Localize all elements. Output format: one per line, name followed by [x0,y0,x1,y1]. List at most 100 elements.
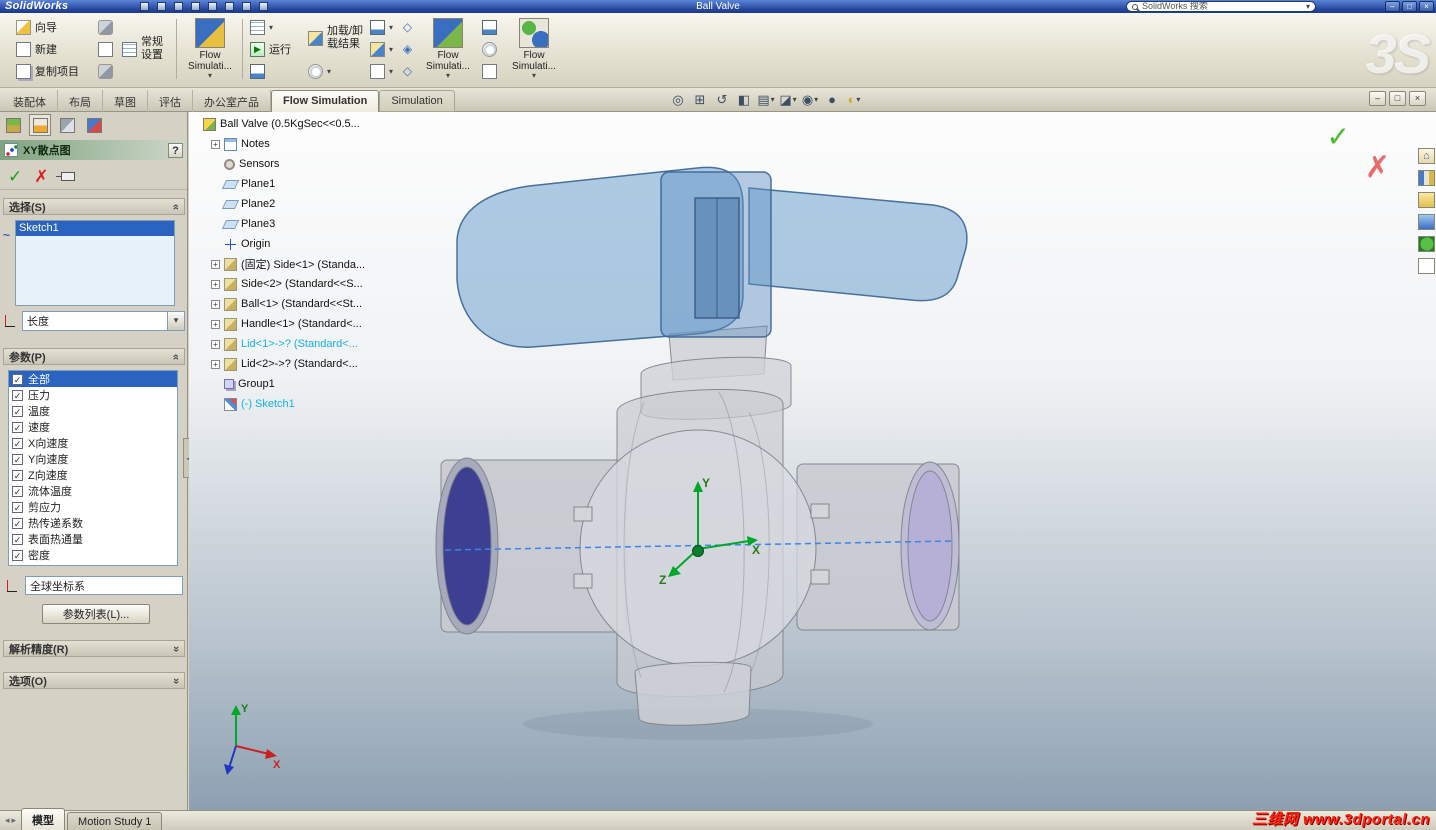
tab-layout[interactable]: 布局 [58,90,103,112]
parameter-row[interactable]: ✓ 全部 [9,371,177,387]
checkbox-checked-icon[interactable]: ✓ [12,389,23,401]
tree-item-plane1[interactable]: Plane1 [203,174,441,194]
checkbox-checked-icon[interactable]: ✓ [12,501,23,513]
selection-item[interactable]: Sketch1 [16,221,174,236]
tree-item-side1[interactable]: + (固定) Side<1> (Standa... [203,254,441,274]
checkbox-checked-icon[interactable]: ✓ [12,453,23,465]
solver-monitor-button[interactable] [248,60,304,82]
doc-minimize-button[interactable]: – [1369,91,1386,106]
flow-simulation-features-button[interactable]: Flow Simulati... ▾ [182,16,238,85]
custom-properties-icon[interactable] [1418,258,1435,274]
edit-appearance-button[interactable]: ● [822,90,842,109]
checkbox-checked-icon[interactable]: ✓ [12,517,23,529]
expand-icon[interactable]: + [211,259,220,269]
copy-project-button[interactable]: 复制项目 [14,60,94,82]
xy-plot-button[interactable] [480,16,500,38]
tree-item-ball-valve[interactable]: Ball Valve (0.5KgSec<<0.5... [203,114,441,134]
parameters-section-header[interactable]: 参数(P) » [3,348,185,365]
tab-sketch[interactable]: 草图 [103,90,148,112]
tab-assembly[interactable]: 装配体 [2,90,58,112]
configuration-manager-tab[interactable] [56,114,78,136]
tree-item-handle1[interactable]: + Handle<1> (Standard<... [203,314,441,334]
help-button[interactable]: ? [168,142,183,158]
model-tab[interactable]: 模型 [21,808,66,830]
undo-icon[interactable] [208,2,217,11]
rebuild-icon[interactable] [242,2,251,11]
zoom-area-button[interactable]: ⊞ [690,90,710,109]
cancel-button[interactable]: ✗ [34,167,48,187]
project-tool-button-3[interactable] [96,60,116,82]
parameter-row[interactable]: ✓ X向速度 [9,435,177,451]
tree-item-sensors[interactable]: Sensors [203,154,441,174]
parameter-row[interactable]: ✓ 密度 [9,547,177,563]
confirm-ok-button[interactable]: ✓ [1327,120,1350,153]
checkbox-checked-icon[interactable]: ✓ [12,469,23,481]
options-section-header[interactable]: 选项(O) » [3,672,185,689]
motion-study-tab[interactable]: Motion Study 1 [67,812,163,830]
surface-plot-button[interactable]: ▾ [368,38,394,60]
run-button[interactable]: ▶ 运行 [248,38,304,60]
load-unload-results-button[interactable]: 加载/卸载结果 [306,16,366,60]
checkbox-checked-icon[interactable]: ✓ [12,485,23,497]
view-palette-icon[interactable] [1418,214,1435,230]
checkbox-checked-icon[interactable]: ✓ [12,421,23,433]
checkbox-checked-icon[interactable]: ✓ [12,437,23,449]
isosurface-button[interactable]: ▾ [368,60,394,82]
flow-analysis-tree-tab[interactable] [83,114,105,136]
feature-manager-tab[interactable] [2,114,24,136]
print-icon[interactable] [191,2,200,11]
section-view-button[interactable]: ◧ [734,90,754,109]
parameter-list-button[interactable]: 参数列表(L)... [42,604,150,624]
tree-item-lid1[interactable]: + Lid<1>->? (Standard<... [203,334,441,354]
coordinate-system-input[interactable] [25,576,183,595]
scroll-tabs-icon[interactable]: ◂▸ [2,815,21,830]
restore-button[interactable]: □ [1402,1,1417,12]
project-tool-button-1[interactable] [96,16,116,38]
parameter-row[interactable]: ✓ Z向速度 [9,467,177,483]
parameter-row[interactable]: ✓ 表面热通量 [9,531,177,547]
abscissa-dropdown[interactable]: 长度 ▾ [22,311,185,331]
doc-restore-button[interactable]: □ [1389,91,1406,106]
select-icon[interactable] [225,2,234,11]
expand-icon[interactable]: + [211,339,220,349]
selection-listbox[interactable]: Sketch1 [15,220,175,306]
project-tool-button-2[interactable] [96,38,116,60]
close-button[interactable]: × [1419,1,1434,12]
save-icon[interactable] [174,2,183,11]
zoom-fit-button[interactable]: ◎ [668,90,688,109]
resolution-section-header[interactable]: 解析精度(R) » [3,640,185,657]
wizard-button[interactable]: 向导 [14,16,94,38]
tree-item-origin[interactable]: Origin [203,234,441,254]
tab-flow-simulation[interactable]: Flow Simulation [271,90,380,112]
cut-plot-button[interactable]: ▾ [368,16,394,38]
general-settings-button[interactable]: 常规设置 [120,16,172,82]
apply-scene-button[interactable]: ◐ ▾ [844,90,864,109]
graphics-viewport[interactable]: Y X Z Y X Ball Valve (0.5KgSec<<0.5... +… [189,112,1436,810]
report-button[interactable] [480,60,500,82]
doc-close-button[interactable]: × [1409,91,1426,106]
flow-simulation-plots-button[interactable]: Flow Simulati... ▾ [420,16,476,85]
options-icon[interactable] [259,2,268,11]
parameter-row[interactable]: ✓ 温度 [9,403,177,419]
parameter-row[interactable]: ✓ 剪应力 [9,499,177,515]
dropdown-arrow-icon[interactable]: ▾ [167,312,184,330]
tree-item-ball1[interactable]: + Ball<1> (Standard<<St... [203,294,441,314]
checkbox-checked-icon[interactable]: ✓ [12,405,23,417]
tree-item-plane3[interactable]: Plane3 [203,214,441,234]
mesh-settings-button[interactable]: ▾ [248,16,304,38]
tab-evaluate[interactable]: 评估 [148,90,193,112]
display-style-button[interactable]: ◪ ▾ [778,90,798,109]
parameter-row[interactable]: ✓ 热传递系数 [9,515,177,531]
search-dropdown-icon[interactable]: ▾ [1306,2,1310,11]
checkbox-checked-icon[interactable]: ✓ [12,549,23,561]
tree-item-lid2[interactable]: + Lid<2>->? (Standard<... [203,354,441,374]
parameter-row[interactable]: ✓ Y向速度 [9,451,177,467]
ok-button[interactable]: ✓ [8,167,22,187]
pin-button[interactable] [55,172,75,181]
point-parameter-button[interactable]: ◇ [398,60,418,82]
selection-section-header[interactable]: 选择(S) » [3,198,185,215]
property-manager-tab[interactable] [29,114,51,136]
tab-simulation[interactable]: Simulation [379,90,455,112]
parameter-row[interactable]: ✓ 压力 [9,387,177,403]
expand-icon[interactable]: + [211,359,220,369]
